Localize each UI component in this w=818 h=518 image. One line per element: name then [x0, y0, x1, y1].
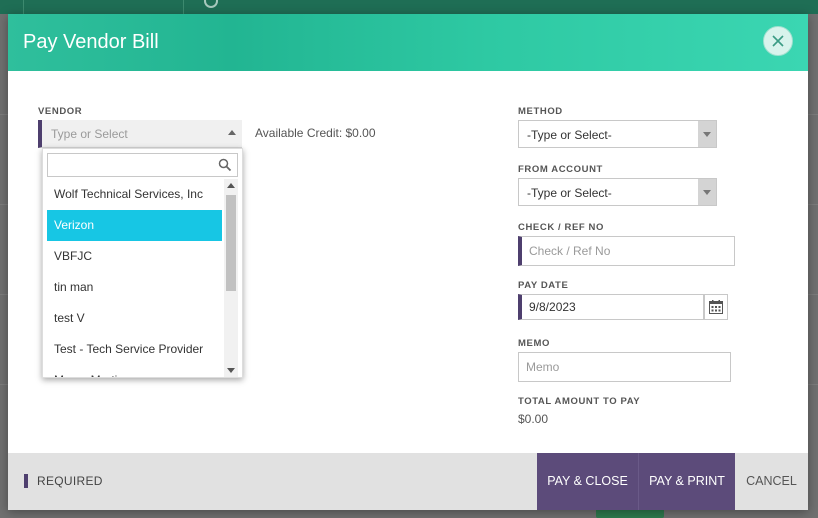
vendor-option[interactable]: VBFJC [47, 241, 222, 272]
check-ref-input[interactable]: Check / Ref No [518, 236, 735, 266]
vendor-option[interactable]: test V [47, 303, 222, 334]
cancel-button[interactable]: CANCEL [739, 453, 804, 510]
from-account-value: -Type or Select- [527, 186, 612, 200]
total-amount-label: TOTAL AMOUNT TO PAY [518, 396, 641, 407]
pay-vendor-bill-dialog: Pay Vendor Bill VENDOR Type or Select Av… [8, 14, 808, 510]
close-icon [772, 35, 784, 47]
scrollbar-thumb[interactable] [226, 195, 236, 291]
memo-input[interactable]: Memo [518, 352, 731, 382]
from-account-select[interactable]: -Type or Select- [518, 178, 717, 206]
from-account-label: FROM ACCOUNT [518, 164, 603, 175]
from-account-dropdown-button[interactable] [698, 179, 716, 205]
method-value: -Type or Select- [527, 128, 612, 142]
available-credit: Available Credit: $0.00 [255, 126, 376, 140]
pay-and-close-button[interactable]: PAY & CLOSE [537, 453, 638, 510]
dropdown-scrollbar[interactable] [224, 179, 238, 377]
method-select[interactable]: -Type or Select- [518, 120, 717, 148]
vendor-label: VENDOR [38, 106, 83, 117]
method-dropdown-button[interactable] [698, 121, 716, 147]
calendar-button[interactable] [704, 294, 728, 320]
memo-placeholder: Memo [526, 360, 560, 374]
pay-date-value: 9/8/2023 [529, 300, 576, 314]
background-refresh-icon [204, 0, 218, 8]
vendor-options-list: Wolf Technical Services, Inc Verizon VBF… [47, 179, 222, 377]
background-top-bar [0, 0, 818, 14]
vendor-option[interactable]: Test - Tech Service Provider [47, 334, 222, 365]
close-button[interactable] [763, 26, 793, 56]
calendar-icon [709, 300, 723, 314]
vendor-dropdown: Wolf Technical Services, Inc Verizon VBF… [42, 148, 243, 378]
vendor-option-selected[interactable]: Verizon [47, 210, 222, 241]
required-marker [24, 474, 28, 488]
scroll-up-icon[interactable] [227, 183, 235, 188]
check-ref-label: CHECK / REF NO [518, 222, 604, 233]
dialog-title: Pay Vendor Bill [23, 31, 159, 53]
dialog-header: Pay Vendor Bill [8, 14, 808, 71]
dialog-footer: REQUIRED PAY & CLOSE PAY & PRINT CANCEL [8, 453, 808, 510]
pay-date-input[interactable]: 9/8/2023 [518, 294, 704, 320]
chevron-down-icon [703, 132, 711, 137]
background-tab-reports [24, 0, 184, 14]
vendor-search-input[interactable] [47, 153, 238, 177]
vendor-option[interactable]: Mayra Martinez [47, 365, 222, 377]
total-amount-value: $0.00 [518, 412, 549, 426]
vendor-option[interactable]: tin man [47, 272, 222, 303]
vendor-select[interactable]: Type or Select [38, 120, 242, 148]
background-tab [0, 0, 24, 14]
pay-date-label: PAY DATE [518, 280, 569, 291]
scroll-down-icon[interactable] [227, 368, 235, 373]
pay-and-print-button[interactable]: PAY & PRINT [638, 453, 735, 510]
vendor-placeholder: Type or Select [51, 127, 128, 141]
chevron-up-icon [228, 130, 236, 135]
check-ref-placeholder: Check / Ref No [529, 244, 611, 258]
chevron-down-icon [703, 190, 711, 195]
memo-label: MEMO [518, 338, 550, 349]
vendor-option[interactable]: Wolf Technical Services, Inc [47, 179, 222, 210]
method-label: METHOD [518, 106, 563, 117]
required-legend: REQUIRED [37, 474, 103, 488]
search-icon [218, 158, 232, 172]
